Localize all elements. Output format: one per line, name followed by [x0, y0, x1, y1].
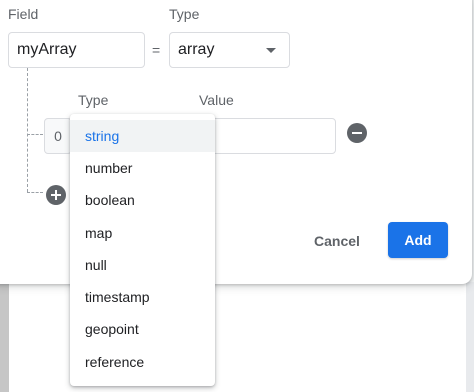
type-dropdown-menu: string number boolean map null timestamp…: [70, 114, 215, 386]
type-option-string[interactable]: string: [70, 120, 215, 152]
type-option-geopoint[interactable]: geopoint: [70, 313, 215, 345]
add-button[interactable]: Add: [388, 222, 448, 258]
remove-element-icon[interactable]: [347, 123, 367, 143]
tree-connector-vertical: [27, 68, 28, 192]
field-name-value: myArray: [17, 41, 77, 58]
page-scrollbar[interactable]: [466, 282, 474, 392]
element-type-label: Type: [78, 92, 109, 108]
type-option-null[interactable]: null: [70, 249, 215, 281]
type-option-reference[interactable]: reference: [70, 346, 215, 378]
field-label: Field: [8, 6, 39, 22]
page-left-strip: [0, 282, 9, 392]
type-select[interactable]: array: [169, 32, 290, 68]
field-name-input[interactable]: myArray: [8, 32, 145, 68]
array-index-value: 0: [54, 128, 62, 144]
tree-connector-add: [27, 192, 43, 193]
type-option-timestamp[interactable]: timestamp: [70, 281, 215, 313]
element-value-label: Value: [199, 92, 234, 108]
tree-connector-row: [27, 134, 43, 135]
equals-sign: =: [152, 42, 161, 58]
element-value-input[interactable]: [206, 118, 336, 154]
add-element-icon[interactable]: [46, 185, 66, 205]
cancel-button[interactable]: Cancel: [314, 233, 360, 249]
array-index: 0: [44, 118, 72, 154]
type-select-value: array: [178, 41, 215, 58]
chevron-down-icon: [266, 48, 276, 53]
type-label: Type: [169, 6, 200, 22]
type-option-number[interactable]: number: [70, 152, 215, 184]
type-option-map[interactable]: map: [70, 217, 215, 249]
type-option-boolean[interactable]: boolean: [70, 184, 215, 216]
